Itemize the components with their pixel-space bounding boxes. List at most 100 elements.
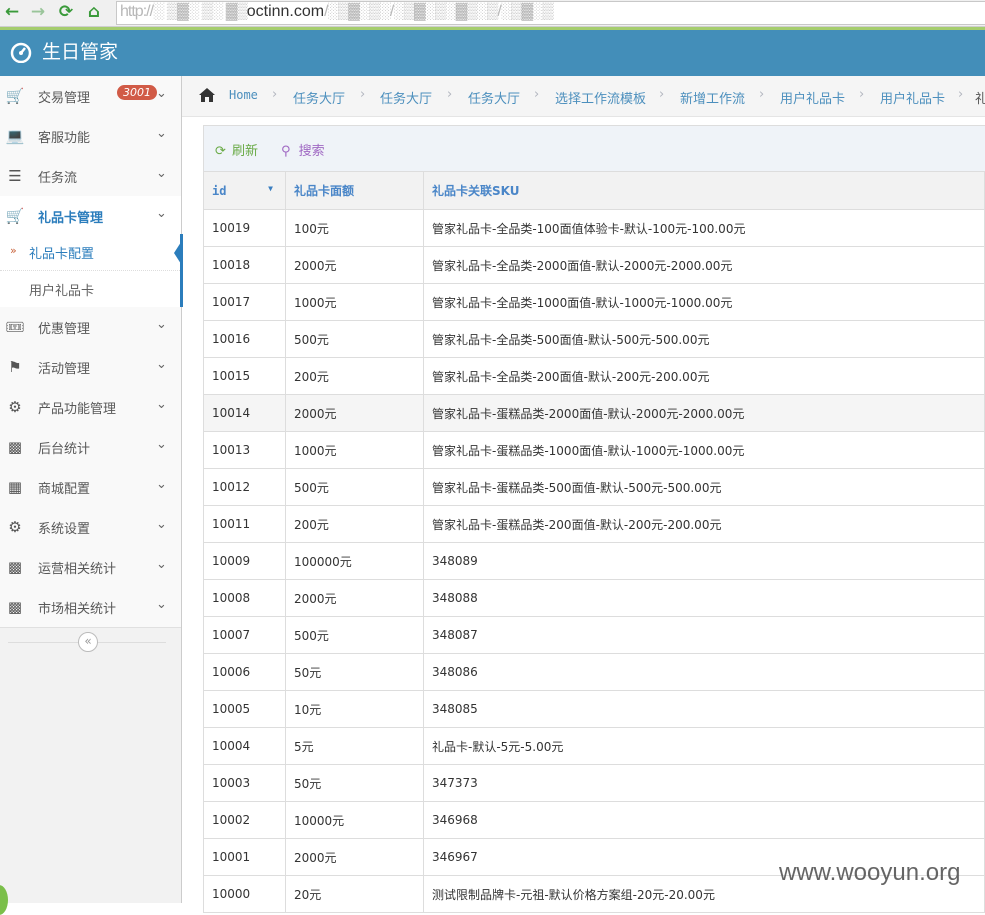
cell-id: 10012	[203, 468, 286, 506]
table-row[interactable]: 10004 5元 礼品卡-默认-5元-5.00元	[203, 727, 985, 765]
sidebar-item-system[interactable]: ⚙ 系统设置 ⌄	[0, 507, 181, 548]
table-row[interactable]: 10017 1000元 管家礼品卡-全品类-1000面值-默认-1000元-1000…	[203, 283, 985, 321]
refresh-button[interactable]: ⟳ 刷新	[215, 140, 258, 159]
cell-amount: 10元	[285, 690, 424, 728]
home-icon[interactable]	[198, 86, 216, 104]
table-row[interactable]: 10002 10000元 346968	[203, 801, 985, 839]
breadcrumb-item[interactable]: 任务大厅	[468, 88, 520, 107]
back-arrow-icon[interactable]: ←	[2, 2, 22, 22]
sidebar-item-market-stats[interactable]: ▩ 市场相关统计 ⌄	[0, 587, 181, 628]
breadcrumb-item[interactable]: 任务大厅	[293, 88, 345, 107]
breadcrumb-home[interactable]: Home	[229, 88, 258, 102]
cell-sku: 348086	[423, 653, 985, 691]
ticket-icon: 🎟	[5, 318, 25, 336]
column-header-id[interactable]: id ▼	[203, 171, 286, 210]
sidebar-item-taskflow[interactable]: ☰ 任务流 ⌄	[0, 156, 181, 197]
laptop-icon: 💻	[5, 127, 25, 145]
table-row[interactable]: 10011 200元 管家礼品卡-蛋糕品类-200面值-默认-200元-200.00…	[203, 505, 985, 543]
cell-sku: 管家礼品卡-全品类-500面值-默认-500元-500.00元	[423, 320, 985, 358]
cell-sku: 管家礼品卡-全品类-100面值体验卡-默认-100元-100.00元	[423, 209, 985, 247]
sidebar-item-trade[interactable]: 🛒 交易管理 3001 ⌄	[0, 76, 181, 117]
table-row[interactable]: 10012 500元 管家礼品卡-蛋糕品类-500面值-默认-500元-500.00…	[203, 468, 985, 506]
table-row[interactable]: 10003 50元 347373	[203, 764, 985, 802]
cell-amount: 500元	[285, 468, 424, 506]
column-header-sku[interactable]: 礼品卡关联SKU	[423, 171, 985, 210]
column-header-label: id	[212, 183, 227, 198]
table-row[interactable]: 10009 100000元 348089	[203, 542, 985, 580]
cart-icon: 🛒	[5, 207, 25, 225]
breadcrumb-separator: ›	[859, 87, 865, 102]
sidebar-item-backend-stats[interactable]: ▩ 后台统计 ⌄	[0, 427, 181, 468]
table-row[interactable]: 10019 100元 管家礼品卡-全品类-100面值体验卡-默认-100元-100.…	[203, 209, 985, 247]
chevron-down-icon: ⌄	[156, 86, 167, 101]
breadcrumb-item[interactable]: 选择工作流模板	[555, 88, 646, 107]
chevron-down-icon: ⌄	[156, 477, 167, 492]
dashboard-icon	[10, 42, 32, 63]
cell-amount: 5元	[285, 727, 424, 765]
cell-id: 10006	[203, 653, 286, 691]
cell-amount: 50元	[285, 653, 424, 691]
sidebar-item-discount[interactable]: 🎟 优惠管理 ⌄	[0, 307, 181, 348]
cell-amount: 1000元	[285, 283, 424, 321]
sidebar-item-mall[interactable]: ▦ 商城配置 ⌄	[0, 467, 181, 508]
url-text: http://░ ▒▓░ ▒░ ▓▒octinn.com/░▒▓░▒░/░▒▓░…	[120, 3, 554, 20]
cell-id: 10004	[203, 727, 286, 765]
cell-sku: 348087	[423, 616, 985, 654]
count-badge: 3001	[117, 85, 157, 100]
bar-chart-icon: ▩	[7, 438, 23, 456]
cell-sku: 管家礼品卡-全品类-2000面值-默认-2000元-2000.00元	[423, 246, 985, 284]
sidebar-item-service[interactable]: 💻 客服功能 ⌄	[0, 116, 181, 157]
cell-id: 10018	[203, 246, 286, 284]
sidebar-item-label: 系统设置	[38, 522, 91, 537]
table-row[interactable]: 10018 2000元 管家礼品卡-全品类-2000面值-默认-2000元-2000…	[203, 246, 985, 284]
reload-icon[interactable]: ⟳	[56, 2, 76, 22]
table-row[interactable]: 10007 500元 348087	[203, 616, 985, 654]
forward-arrow-icon[interactable]: →	[28, 2, 48, 22]
sidebar-item-label: 礼品卡管理	[38, 211, 104, 226]
breadcrumb-item[interactable]: 新增工作流	[680, 88, 745, 107]
cell-id: 10008	[203, 579, 286, 617]
sidebar-item-giftcard[interactable]: 🛒 礼品卡管理 ⌄	[0, 196, 181, 237]
cell-amount: 100元	[285, 209, 424, 247]
cell-sku: 管家礼品卡-蛋糕品类-500面值-默认-500元-500.00元	[423, 468, 985, 506]
sidebar-item-product[interactable]: ⚙ 产品功能管理 ⌄	[0, 387, 181, 428]
sidebar-collapse-button[interactable]: «	[78, 632, 98, 652]
gear-icon: ⚙	[8, 398, 22, 416]
submenu-item-user-giftcard[interactable]: 用户礼品卡	[0, 270, 180, 307]
sidebar-item-ops-stats[interactable]: ▩ 运营相关统计 ⌄	[0, 547, 181, 588]
chevron-down-icon: ⌄	[156, 357, 167, 372]
sidebar-item-activity[interactable]: ⚑ 活动管理 ⌄	[0, 347, 181, 388]
table-row[interactable]: 10015 200元 管家礼品卡-全品类-200面值-默认-200元-200.00元	[203, 357, 985, 395]
app-title[interactable]: 生日管家	[42, 39, 118, 65]
column-header-amount[interactable]: 礼品卡面额	[285, 171, 424, 210]
table-row[interactable]: 10006 50元 348086	[203, 653, 985, 691]
search-button[interactable]: ⚲ 搜索	[281, 140, 325, 159]
cell-id: 10017	[203, 283, 286, 321]
cell-id: 10019	[203, 209, 286, 247]
table-row[interactable]: 10005 10元 348085	[203, 690, 985, 728]
address-bar[interactable]: http://░ ▒▓░ ▒░ ▓▒octinn.com/░▒▓░▒░/░▒▓░…	[116, 1, 985, 25]
double-angle-right-icon: »	[10, 244, 17, 257]
home-icon[interactable]: ⌂	[84, 2, 104, 22]
table-row[interactable]: 10016 500元 管家礼品卡-全品类-500面值-默认-500元-500.00元	[203, 320, 985, 358]
breadcrumb-item[interactable]: 任务大厅	[380, 88, 432, 107]
table-row[interactable]: 10008 2000元 348088	[203, 579, 985, 617]
chevron-down-icon: ⌄	[156, 166, 167, 181]
search-label: 搜索	[298, 144, 325, 159]
table-row[interactable]: 10013 1000元 管家礼品卡-蛋糕品类-1000面值-默认-1000元-100…	[203, 431, 985, 469]
cell-sku: 管家礼品卡-全品类-200面值-默认-200元-200.00元	[423, 357, 985, 395]
breadcrumb-item[interactable]: 礼	[975, 88, 985, 107]
gears-icon: ⚙	[8, 518, 22, 536]
cell-amount: 500元	[285, 616, 424, 654]
cell-id: 10011	[203, 505, 286, 543]
flag-icon: ⚑	[8, 358, 22, 376]
chevron-down-icon: ⌄	[156, 206, 167, 221]
list-icon: ☰	[8, 167, 22, 185]
cell-amount: 50元	[285, 764, 424, 802]
browser-toolbar: ← → ⟳ ⌂ http://░ ▒▓░ ▒░ ▓▒octinn.com/░▒▓…	[0, 0, 985, 27]
sidebar-item-label: 商城配置	[38, 482, 91, 497]
table-row[interactable]: 10014 2000元 管家礼品卡-蛋糕品类-2000面值-默认-2000元-200…	[203, 394, 985, 432]
breadcrumb-item[interactable]: 用户礼品卡	[780, 88, 845, 107]
submenu-item-giftcard-config[interactable]: » 礼品卡配置	[0, 234, 180, 270]
breadcrumb-item[interactable]: 用户礼品卡	[880, 88, 945, 107]
